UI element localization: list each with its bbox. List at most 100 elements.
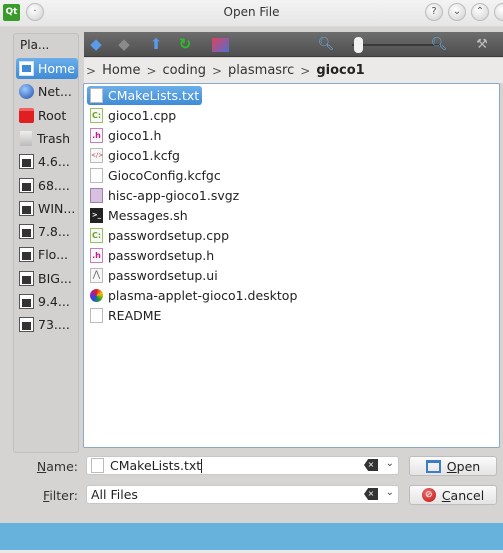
reload-icon[interactable]: ↻ [175,35,195,54]
cpp-file-icon: C: [90,108,103,123]
open-icon [425,459,441,473]
back-arrow-icon[interactable]: ◆ [86,35,106,54]
places-item-label: 4.6... [38,154,70,170]
help-icon[interactable]: ? [425,3,443,21]
options-wrench-icon[interactable]: ⚒ [472,35,492,54]
file-name: passwordsetup.h [108,248,215,263]
places-item[interactable]: Net... [16,81,78,102]
places-item[interactable]: Flo... [16,244,78,265]
file-item[interactable]: </> gioco1.kcfg [87,146,183,165]
forward-arrow-icon[interactable]: ◆ [114,35,134,54]
places-item[interactable]: WIN... [16,198,78,219]
places-item[interactable]: Home [16,58,78,79]
places-item-label: 9.4... [38,294,70,309]
breadcrumb-separator-icon[interactable]: > [146,64,156,78]
places-item-label: Net... [38,84,72,100]
places-item[interactable]: Root [16,105,78,126]
breadcrumb-item[interactable]: coding [163,63,206,78]
file-name: gioco1.cpp [108,108,177,123]
drive-icon [19,224,34,240]
drive-icon [19,177,34,193]
places-item[interactable]: BIG... [16,268,78,289]
svg-image-icon [90,188,103,203]
places-item-label: 68.... [38,177,70,193]
file-item[interactable]: CMakeLists.txt [87,86,203,105]
zoom-slider-handle[interactable] [354,37,363,53]
xml-file-icon: </> [90,148,103,163]
drive-icon [19,317,34,333]
breadcrumb-separator-icon[interactable]: > [86,64,96,78]
name-label: Name: [36,459,78,474]
filter-label: Filter: [43,488,78,503]
file-name: passwordsetup.cpp [108,228,230,243]
name-input-value: CMakeLists.txt [110,458,202,473]
navigation-toolbar: ◆ ◆ ⬆ ↻ 🔍︎ 🔍︎ ⚒ [84,32,503,57]
file-item[interactable]: C: passwordsetup.cpp [87,226,232,245]
drive-icon [19,270,34,286]
places-header: Pla... [20,38,50,52]
up-arrow-icon[interactable]: ⬆ [146,35,166,54]
name-dropdown-chevron-icon[interactable]: ⌄ [386,458,394,469]
file-item[interactable]: C: gioco1.cpp [87,106,179,125]
file-name: passwordsetup.ui [108,268,218,283]
places-item-label: Root [38,107,67,123]
places-item-label: Trash [37,130,71,146]
open-button[interactable]: Open [409,456,497,476]
places-item-label: Home [38,61,75,76]
network-globe-icon [19,84,34,100]
file-name: README [108,308,162,323]
file-item[interactable]: README [87,306,164,325]
desktop-file-icon [90,289,103,302]
places-item[interactable]: Trash [16,128,78,149]
places-item[interactable]: 68.... [16,175,78,196]
breadcrumb-item[interactable]: Home [102,63,140,78]
text-file-icon [90,168,103,183]
header-file-icon: .h [90,248,103,263]
breadcrumb-item[interactable]: plasmasrc [228,63,294,78]
minimize-icon[interactable]: ⌄ [448,3,466,21]
ui-designer-file-icon: ⋀ [90,268,103,283]
file-item[interactable]: ⋀ passwordsetup.ui [87,266,221,285]
filter-combobox[interactable]: All Files × ⌄ [86,485,399,504]
filter-value: All Files [91,487,138,502]
breadcrumb: > Home > coding > plasmasrc > gioco1 [84,58,503,83]
taskbar-strip [0,523,503,550]
file-item[interactable]: hisc-app-gioco1.svgz [87,186,242,205]
trash-icon [20,130,32,146]
new-folder-icon[interactable] [210,35,230,54]
file-item[interactable]: .h gioco1.h [87,126,164,145]
shell-script-icon: >_ [90,208,103,223]
title-bar: Qt · Open File ? ⌄ ⌃ [0,0,503,27]
cancel-button[interactable]: ⊘ Cancel [409,485,497,505]
maximize-icon[interactable]: ⌃ [471,3,489,21]
filter-dropdown-chevron-icon[interactable]: ⌄ [386,487,394,498]
breadcrumb-item[interactable]: gioco1 [316,63,364,78]
file-name: GiocoConfig.kcfgc [108,168,221,183]
breadcrumb-separator-icon[interactable]: > [212,64,222,78]
drive-icon [19,200,34,216]
places-item-label: BIG... [38,270,72,286]
file-list[interactable]: CMakeLists.txt C: gioco1.cpp .h gioco1.h </> g… [83,83,500,448]
floppy-icon [19,247,34,263]
drive-icon [19,154,34,170]
places-panel: Pla... Home Net... Root Trash 4.6... 68.... WI… [13,33,79,453]
places-item[interactable]: 73.... [16,314,78,335]
file-item[interactable]: >_ Messages.sh [87,206,191,225]
places-item[interactable]: 4.6... [16,151,78,172]
places-item[interactable]: 7.8... [16,221,78,242]
clear-name-icon[interactable]: × [364,459,378,471]
clear-filter-icon[interactable]: × [364,488,378,500]
file-name: Messages.sh [108,208,188,223]
file-item[interactable]: plasma-applet-gioco1.desktop [87,286,300,305]
zoom-out-icon[interactable]: 🔍︎ [316,35,336,54]
zoom-in-icon[interactable]: 🔍︎ [429,35,449,54]
file-name: plasma-applet-gioco1.desktop [108,288,298,303]
breadcrumb-separator-icon[interactable]: > [300,64,310,78]
header-file-icon: .h [90,128,103,143]
places-item[interactable]: 9.4... [16,291,78,312]
file-item[interactable]: .h passwordsetup.h [87,246,217,265]
drive-icon [19,294,34,309]
file-item[interactable]: GiocoConfig.kcfgc [87,166,224,185]
name-input[interactable]: CMakeLists.txt × ⌄ [86,456,399,475]
text-file-icon [90,88,103,103]
